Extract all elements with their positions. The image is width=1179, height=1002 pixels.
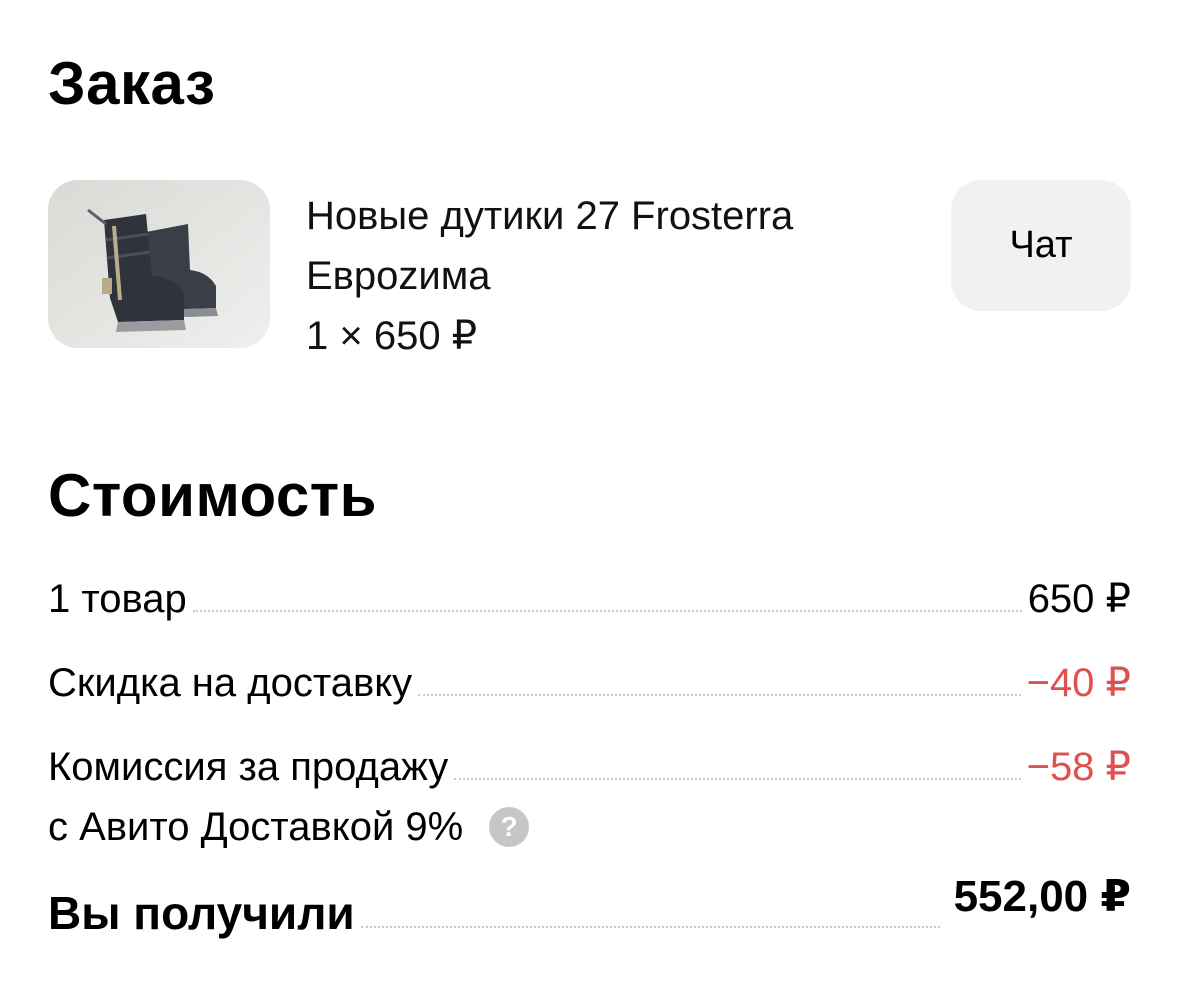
cost-row-label-line2: с Авито Доставкой 9% bbox=[48, 805, 464, 849]
cost-row-commission: Комиссия за продажу −58 ₽ bbox=[48, 740, 1131, 794]
product-image[interactable] bbox=[48, 180, 270, 348]
cost-title: Стоимость bbox=[48, 462, 378, 529]
cost-row-value: −58 ₽ bbox=[1026, 745, 1131, 789]
total-value: 552,00 ₽ bbox=[953, 872, 1131, 921]
cost-row-value: −40 ₽ bbox=[1026, 661, 1131, 705]
commission-subline: с Авито Доставкой 9% ? bbox=[48, 800, 1131, 854]
order-details-page: Заказ Новые дутики 27 Frosterra Евроzима… bbox=[0, 0, 1179, 1002]
item-name[interactable]: Новые дутики 27 Frosterra Евроzима bbox=[306, 186, 906, 306]
cost-row-label: 1 товар bbox=[48, 577, 187, 621]
total-label: Вы получили bbox=[48, 887, 355, 939]
cost-row-items: 1 товар 650 ₽ bbox=[48, 572, 1131, 626]
order-item-card[interactable]: Новые дутики 27 Frosterra Евроzима 1 × 6… bbox=[48, 180, 1131, 360]
cost-row-value: 650 ₽ bbox=[1027, 577, 1131, 621]
boots-photo-illustration bbox=[48, 180, 270, 348]
cost-row-label: Комиссия за продажу bbox=[48, 745, 449, 789]
cost-breakdown: 1 товар 650 ₽ Скидка на доставку −40 ₽ К… bbox=[48, 572, 1131, 940]
item-info: Новые дутики 27 Frosterra Евроzима 1 × 6… bbox=[306, 186, 906, 366]
cost-row-label: Скидка на доставку bbox=[48, 661, 413, 705]
cost-row-delivery-discount: Скидка на доставку −40 ₽ bbox=[48, 656, 1131, 710]
item-quantity-price: 1 × 650 ₽ bbox=[306, 314, 478, 358]
chat-button[interactable]: Чат bbox=[951, 180, 1131, 311]
order-title: Заказ bbox=[48, 50, 216, 117]
cost-row-total: Вы получили 552,00 ₽ bbox=[48, 872, 1131, 940]
dotted-leader bbox=[360, 926, 940, 928]
dotted-leader bbox=[418, 694, 1021, 696]
dotted-leader bbox=[454, 778, 1021, 780]
help-icon[interactable]: ? bbox=[489, 807, 530, 847]
dotted-leader bbox=[192, 610, 1022, 612]
